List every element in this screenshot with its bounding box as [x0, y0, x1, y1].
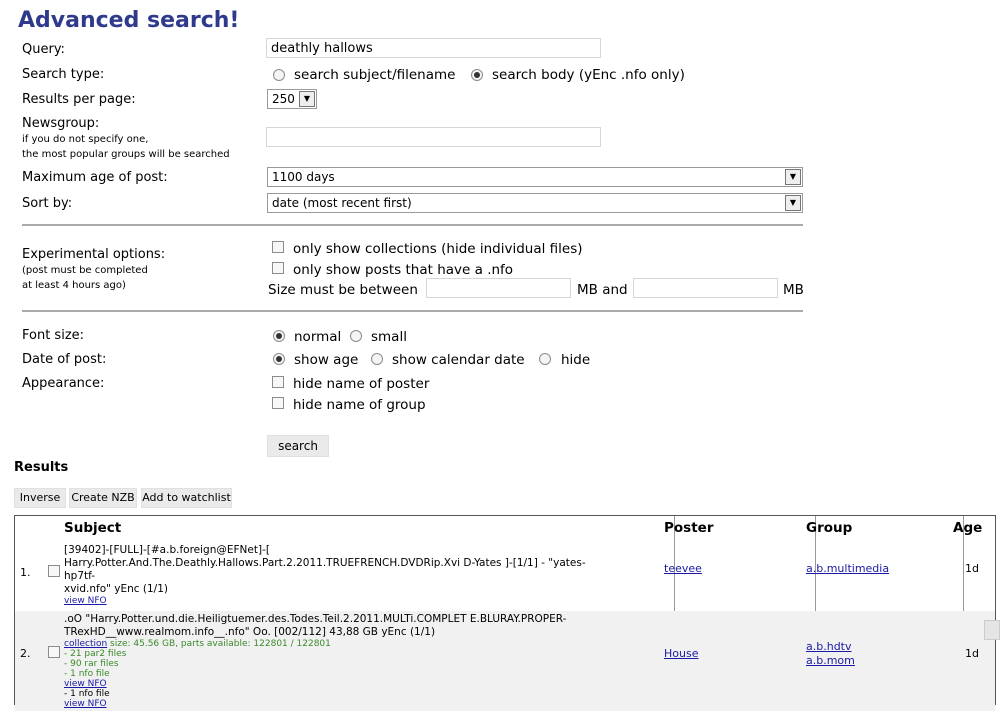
- newsgroup-input[interactable]: [266, 127, 601, 147]
- view-nfo-link[interactable]: view NFO: [64, 679, 107, 689]
- column-header-group[interactable]: Group: [806, 520, 852, 536]
- sort-select[interactable]: date (most recent first) ▼: [267, 193, 803, 213]
- collections-only-checkbox[interactable]: [272, 241, 284, 253]
- hide-poster-checkbox[interactable]: [272, 376, 284, 388]
- row-select-checkbox[interactable]: [48, 565, 60, 577]
- chevron-down-icon[interactable]: ▼: [785, 169, 801, 185]
- results-per-page-select[interactable]: 250 ▼: [267, 89, 317, 109]
- experimental-hint-2: at least 4 hours ago): [22, 280, 126, 291]
- create-nzb-button[interactable]: Create NZB: [69, 488, 137, 508]
- sort-label: Sort by:: [22, 196, 73, 211]
- date-calendar-label: show calendar date: [392, 352, 525, 368]
- row-number: 2.: [20, 647, 31, 660]
- view-nfo-link[interactable]: view NFO: [64, 596, 107, 606]
- column-header-subject[interactable]: Subject: [64, 520, 121, 536]
- font-small-label: small: [371, 329, 407, 345]
- date-age-label: show age: [294, 352, 359, 368]
- size-max-input[interactable]: [633, 278, 778, 298]
- group-link[interactable]: a.b.hdtv: [806, 640, 852, 653]
- table-row: 2. .oO "Harry.Potter.und.die.Heiligtueme…: [15, 611, 995, 711]
- table-row: 1. [39402]-[FULL]-[#a.b.foreign@EFNet]-[…: [15, 540, 995, 610]
- subject-line: .oO "Harry.Potter.und.die.Heiligtuemer.d…: [64, 613, 567, 625]
- poster-link[interactable]: House: [664, 647, 698, 660]
- size-unit-label: MB: [783, 282, 804, 298]
- experimental-label: Experimental options:: [22, 247, 166, 262]
- size-min-input[interactable]: [426, 278, 571, 298]
- search-body-option-label: search body (yEnc .nfo only): [492, 67, 685, 83]
- size-mid-label: MB and: [577, 282, 628, 298]
- subject-line: [39402]-[FULL]-[#a.b.foreign@EFNet]-[: [64, 544, 270, 556]
- group-link[interactable]: a.b.multimedia: [806, 562, 889, 575]
- row-subject: .oO "Harry.Potter.und.die.Heiligtuemer.d…: [64, 613, 609, 709]
- subject-line: TRexHD__www.realmom.info__.nfo" Oo. [002…: [64, 626, 436, 638]
- query-label: Query:: [22, 42, 65, 57]
- experimental-hint-1: (post must be completed: [22, 265, 148, 276]
- search-subject-option-label: search subject/filename: [294, 67, 456, 83]
- detail-rar: - 90 rar files: [64, 659, 119, 669]
- row-subject: [39402]-[FULL]-[#a.b.foreign@EFNet]-[ Ha…: [64, 544, 609, 606]
- query-input[interactable]: deathly hallows: [266, 38, 601, 58]
- detail-par2: - 21 par2 files: [64, 649, 127, 659]
- nfo-only-checkbox[interactable]: [272, 262, 284, 274]
- row-select-checkbox[interactable]: [48, 646, 60, 658]
- results-heading: Results: [14, 460, 69, 475]
- collection-link[interactable]: collection: [64, 639, 107, 649]
- newsgroup-label: Newsgroup:: [22, 116, 100, 131]
- add-to-watchlist-button[interactable]: Add to watchlist: [141, 488, 232, 508]
- search-body-radio[interactable]: [471, 69, 483, 81]
- subject-line: xvid.nfo" yEnc (1/1): [64, 583, 168, 595]
- results-per-page-value: 250: [272, 92, 295, 106]
- divider: [22, 310, 803, 312]
- date-calendar-radio[interactable]: [371, 353, 383, 365]
- age-value: 1d: [965, 562, 979, 575]
- row-number: 1.: [20, 566, 31, 579]
- age-value: 1d: [965, 647, 979, 660]
- view-nfo-link[interactable]: view NFO: [64, 699, 107, 709]
- results-table: Subject Poster Group Age 1. [39402]-[FUL…: [14, 515, 996, 711]
- chevron-down-icon[interactable]: ▼: [785, 195, 801, 211]
- detail-nfo: - 1 nfo file: [64, 669, 110, 679]
- nfo-only-label: only show posts that have a .nfo: [293, 262, 514, 278]
- inverse-button[interactable]: Inverse: [14, 488, 66, 508]
- sort-value: date (most recent first): [272, 196, 412, 210]
- page-title: Advanced search!: [18, 8, 240, 33]
- size-label: Size must be between: [268, 282, 418, 298]
- max-age-label: Maximum age of post:: [22, 170, 168, 185]
- font-normal-label: normal: [294, 329, 342, 345]
- date-hide-label: hide: [561, 352, 591, 368]
- hide-group-checkbox[interactable]: [272, 397, 284, 409]
- subject-line: Harry.Potter.And.The.Deathly.Hallows.Par…: [64, 557, 586, 582]
- poster-link[interactable]: teevee: [664, 562, 702, 575]
- max-age-select[interactable]: 1100 days ▼: [267, 167, 803, 187]
- search-subject-radio[interactable]: [273, 69, 285, 81]
- collections-only-label: only show collections (hide individual f…: [293, 241, 583, 257]
- column-header-poster[interactable]: Poster: [664, 520, 713, 536]
- newsgroup-hint-2: the most popular groups will be searched: [22, 149, 230, 160]
- column-header-age[interactable]: Age: [953, 520, 982, 536]
- date-label: Date of post:: [22, 352, 107, 367]
- hide-poster-label: hide name of poster: [293, 376, 430, 392]
- appearance-label: Appearance:: [22, 376, 105, 391]
- font-small-radio[interactable]: [350, 330, 362, 342]
- newsgroup-hint-1: if you do not specify one,: [22, 134, 149, 145]
- max-age-value: 1100 days: [272, 170, 335, 184]
- group-link[interactable]: a.b.mom: [806, 654, 855, 667]
- search-type-label: Search type:: [22, 67, 105, 82]
- search-button[interactable]: search: [267, 435, 329, 457]
- date-age-radio[interactable]: [273, 353, 285, 365]
- chevron-down-icon[interactable]: ▼: [299, 91, 315, 107]
- font-normal-radio[interactable]: [273, 330, 285, 342]
- hide-group-label: hide name of group: [293, 397, 426, 413]
- collection-info: size: 45.56 GB, parts available: 122801 …: [107, 639, 331, 649]
- date-hide-radio[interactable]: [539, 353, 551, 365]
- scrollbar[interactable]: [984, 620, 1000, 640]
- divider: [22, 224, 803, 226]
- results-per-page-label: Results per page:: [22, 92, 136, 107]
- font-size-label: Font size:: [22, 328, 85, 343]
